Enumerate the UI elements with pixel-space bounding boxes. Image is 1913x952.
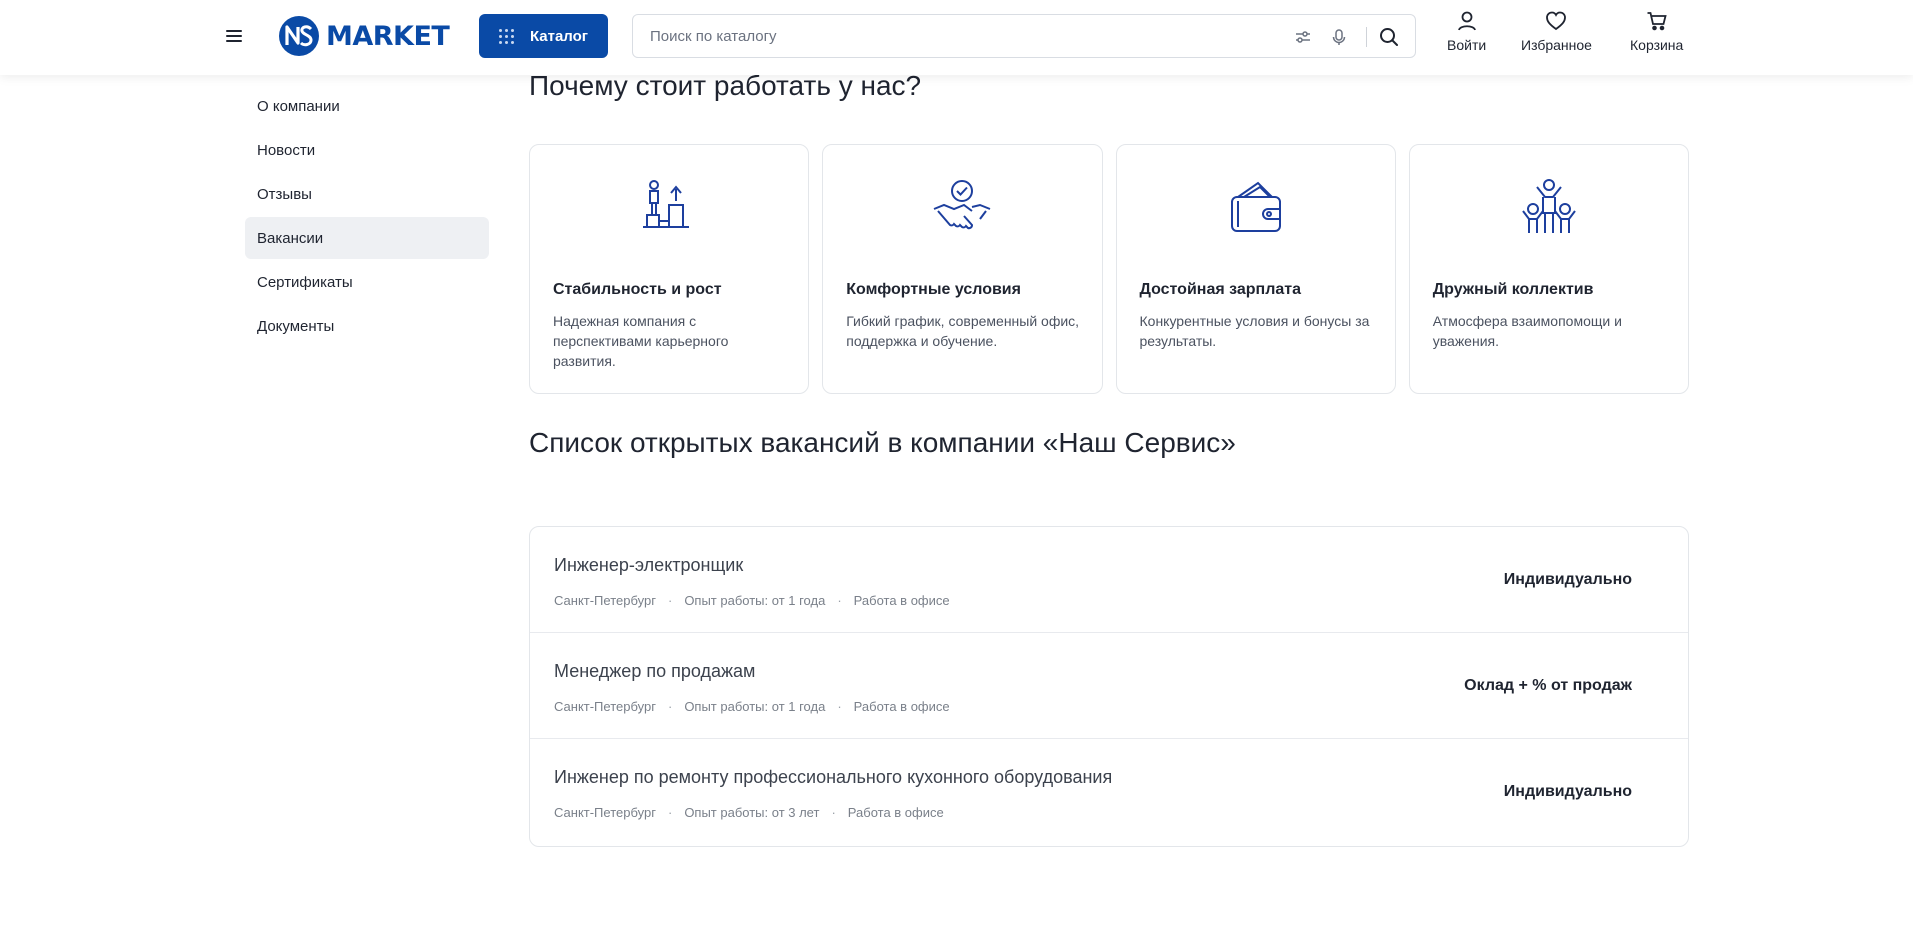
search-divider: [1366, 27, 1367, 47]
cart-button[interactable]: Корзина: [1630, 10, 1683, 53]
vacancy-salary: Индивидуально: [1503, 571, 1632, 588]
search-bar: [632, 14, 1416, 58]
meta-separator: ·: [667, 593, 673, 608]
benefit-title: Комфортные условия: [846, 281, 1021, 298]
vacancy-experience: Опыт работы: от 1 года: [684, 699, 826, 714]
benefit-title: Дружный коллектив: [1432, 281, 1594, 298]
vacancy-item[interactable]: Инженер по ремонту профессионального кух…: [530, 739, 1688, 846]
meta-separator: ·: [837, 593, 842, 608]
meta-separator: ·: [667, 699, 673, 714]
vacancy-meta: Санкт-Петербург · Опыт работы: от 3 лет …: [554, 805, 944, 820]
meta-separator: ·: [667, 805, 673, 820]
grid-dots-icon: [498, 28, 514, 44]
vacancy-item[interactable]: Менеджер по продажам Санкт-Петербург · О…: [530, 633, 1688, 739]
handshake-icon: [934, 180, 991, 230]
search-icon[interactable]: [1378, 26, 1400, 48]
site-header: MARKET Каталог Войт: [0, 0, 1913, 75]
cart-icon: [1647, 12, 1667, 31]
user-icon: [1457, 11, 1476, 31]
sidebar-item-vacancies[interactable]: Вакансии: [245, 217, 489, 259]
meta-separator: ·: [831, 805, 836, 820]
vacancy-format: Работа в офисе: [847, 805, 944, 820]
vacancy-salary: Индивидуально: [1503, 783, 1632, 800]
vacancy-meta: Санкт-Петербург · Опыт работы: от 1 года…: [554, 699, 950, 714]
vacancy-format: Работа в офисе: [853, 699, 950, 714]
career-growth-icon: [643, 180, 690, 228]
benefit-description: Атмосфера взаимопомощи и уважения.: [1432, 313, 1622, 349]
heart-icon: [1546, 11, 1567, 31]
benefit-card: Комфортные условия Гибкий график, соврем…: [822, 144, 1103, 394]
login-label: Войти: [1447, 37, 1487, 53]
filter-icon[interactable]: [1292, 26, 1314, 48]
favorites-label: Избранное: [1521, 37, 1592, 53]
vacancy-format: Работа в офисе: [853, 593, 950, 608]
benefits-cards: Стабильность и рост Надежная компания с …: [529, 144, 1689, 394]
menu-icon[interactable]: [224, 26, 246, 46]
cart-label: Корзина: [1630, 37, 1684, 53]
vacancies-list: Инженер-электронщик Санкт-Петербург · Оп…: [529, 526, 1689, 847]
benefit-title: Достойная зарплата: [1139, 281, 1302, 298]
catalog-button[interactable]: Каталог: [479, 14, 608, 58]
meta-separator: ·: [837, 699, 842, 714]
microphone-icon[interactable]: [1328, 26, 1350, 48]
benefit-description: Надежная компания с перспективами карьер…: [553, 313, 729, 369]
sidebar-item-certificates[interactable]: Сертификаты: [245, 261, 489, 303]
vacancy-city: Санкт-Петербург: [554, 699, 656, 714]
login-button[interactable]: Войти: [1447, 10, 1486, 53]
vacancy-title[interactable]: Инженер-электронщик: [554, 555, 743, 576]
team-icon: [1522, 179, 1576, 233]
wallet-icon: [1230, 181, 1281, 232]
catalog-button-label: Каталог: [529, 27, 589, 45]
vacancy-meta: Санкт-Петербург · Опыт работы: от 1 года…: [554, 593, 950, 608]
benefit-card: Достойная зарплата Конкурентные условия …: [1115, 144, 1396, 394]
search-input[interactable]: [650, 27, 1250, 45]
vacancy-experience: Опыт работы: от 3 лет: [684, 805, 820, 820]
vacancy-experience: Опыт работы: от 1 года: [684, 593, 826, 608]
logo-text: MARKET: [326, 20, 450, 52]
vacancy-title[interactable]: Менеджер по продажам: [554, 661, 755, 682]
vacancy-title[interactable]: Инженер по ремонту профессионального кух…: [554, 767, 1112, 788]
benefit-card: Дружный коллектив Атмосфера взаимопомощи…: [1408, 144, 1689, 394]
vacancy-city: Санкт-Петербург: [554, 805, 656, 820]
favorites-button[interactable]: Избранное: [1521, 10, 1592, 53]
sidebar-item-reviews[interactable]: Отзывы: [245, 173, 489, 215]
ns-logo-icon: [279, 16, 319, 56]
vacancies-section-title: Список открытых вакансий в компании «Наш…: [529, 427, 1236, 458]
sidebar-item-documents[interactable]: Документы: [245, 305, 489, 347]
sidebar-item-about[interactable]: О компании: [245, 85, 489, 127]
benefit-card: Стабильность и рост Надежная компания с …: [529, 144, 810, 394]
benefit-description: Конкурентные условия и бонусы за результ…: [1139, 313, 1370, 349]
site-logo[interactable]: MARKET: [278, 14, 450, 58]
vacancy-salary: Оклад + % от продаж: [1464, 677, 1632, 694]
vacancy-city: Санкт-Петербург: [554, 593, 656, 608]
vacancy-item[interactable]: Инженер-электронщик Санкт-Петербург · Оп…: [530, 527, 1688, 633]
benefit-title: Стабильность и рост: [553, 281, 722, 298]
sidebar-nav: О компании Новости Отзывы Вакансии Серти…: [245, 85, 489, 349]
benefit-description: Гибкий график, современный офис, поддерж…: [846, 313, 1080, 349]
sidebar-item-news[interactable]: Новости: [245, 129, 489, 171]
